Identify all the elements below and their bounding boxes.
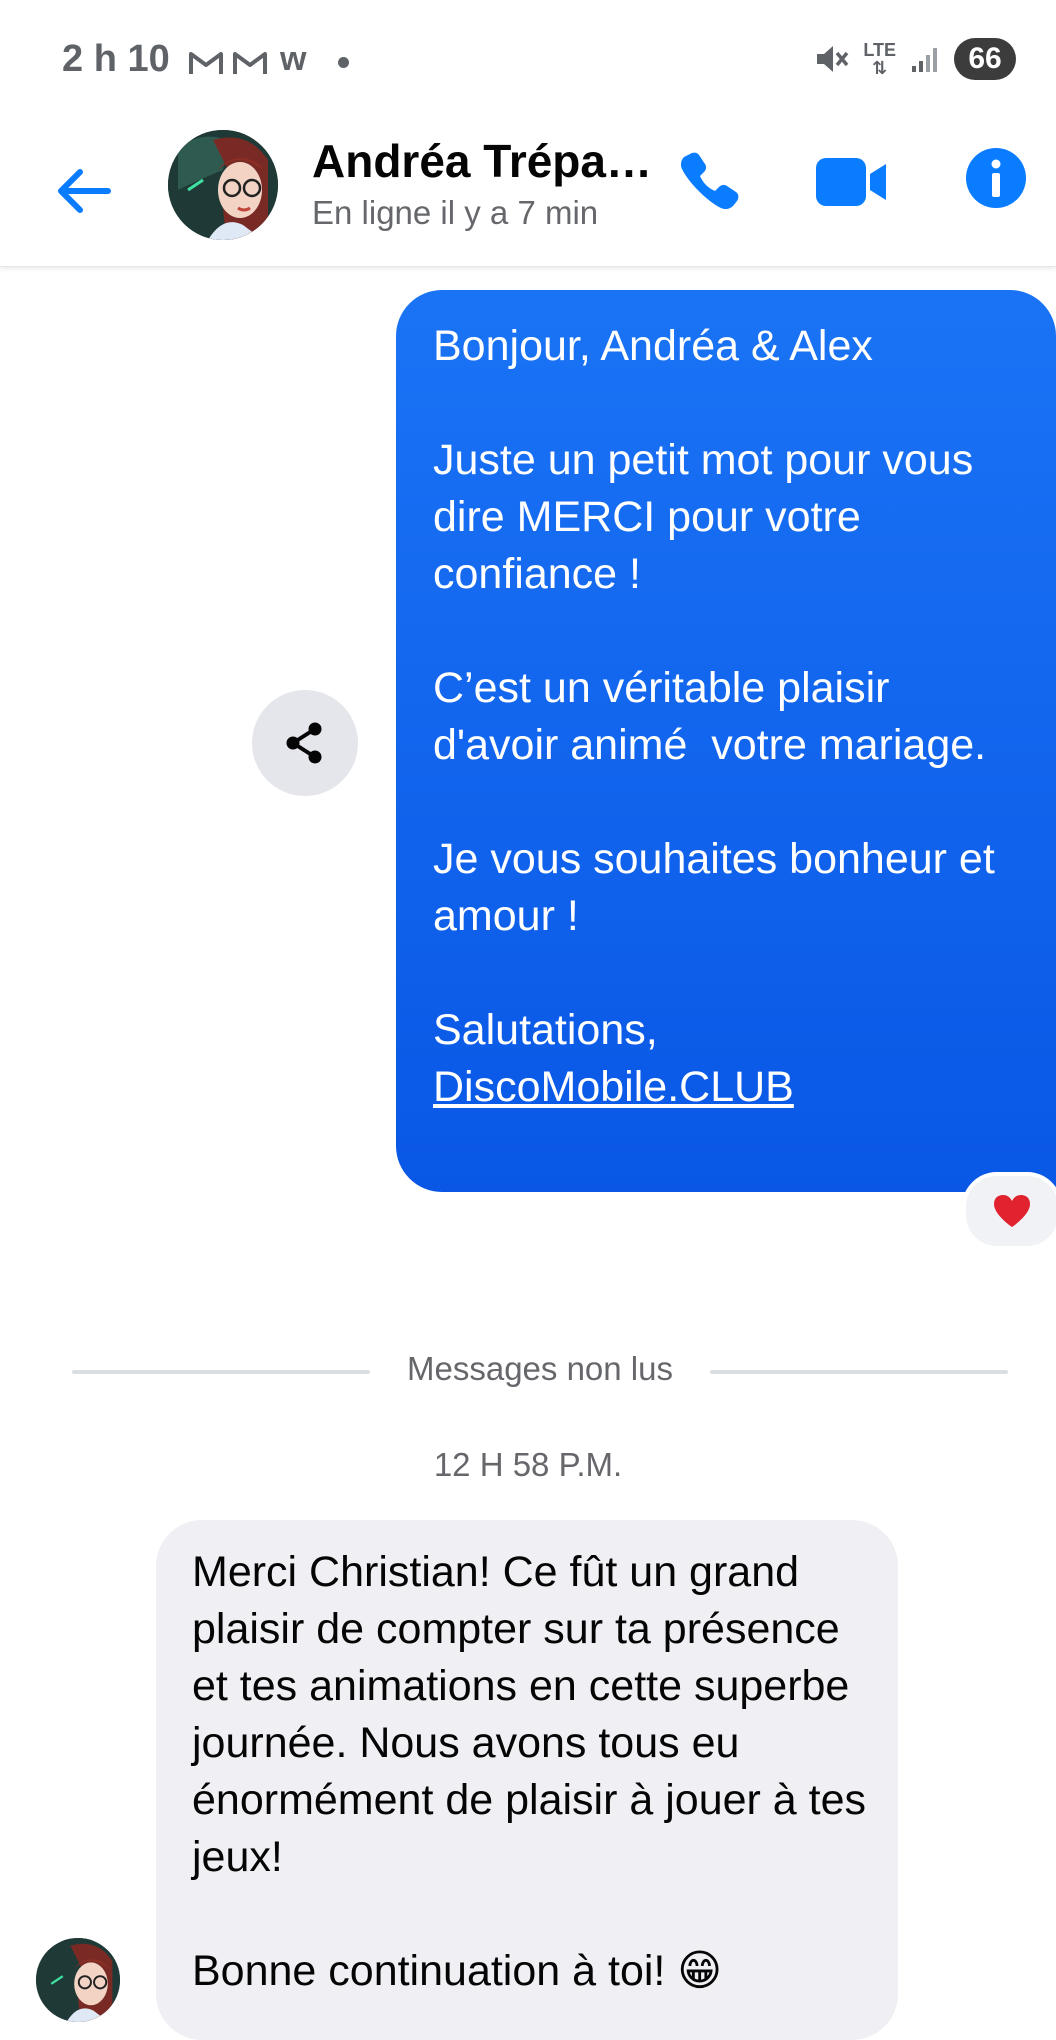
gmail-icon <box>189 51 223 74</box>
mute-icon <box>817 46 849 72</box>
outgoing-message-bubble[interactable]: Bonjour, Andréa & Alex Juste un petit mo… <box>396 290 1056 1192</box>
back-arrow-icon[interactable] <box>50 158 116 224</box>
share-button[interactable] <box>252 690 358 796</box>
unread-label: Messages non lus <box>407 1350 673 1387</box>
sender-avatar[interactable] <box>36 1938 120 2022</box>
status-time: 2 h 10 <box>62 38 170 80</box>
more-notifications-dot <box>338 57 350 68</box>
notification-icons: w <box>188 40 350 79</box>
lte-icon: LTE ⇅ <box>863 40 896 78</box>
avatar-illustration <box>168 130 278 240</box>
message-link[interactable]: DiscoMobile.CLUB <box>433 1063 794 1111</box>
incoming-message-text: Merci Christian! Ce fût un grand plaisir… <box>192 1548 867 1995</box>
phone-icon[interactable] <box>676 148 742 214</box>
system-icons: LTE ⇅ 66 <box>813 38 1016 80</box>
share-icon <box>286 722 322 764</box>
incoming-message-bubble[interactable]: Merci Christian! Ce fût un grand plaisir… <box>156 1520 898 2040</box>
heart-icon <box>994 1195 1030 1227</box>
message-timestamp: 12 H 58 P.M. <box>433 1446 623 1483</box>
unread-divider: Messages non lus <box>72 1346 1008 1396</box>
battery-level: 66 <box>968 42 1002 75</box>
video-icon[interactable] <box>814 152 890 212</box>
w-app-icon: w <box>280 40 307 78</box>
avatar-illustration-small <box>36 1938 120 2022</box>
divider-line-right <box>710 1370 1008 1374</box>
info-icon[interactable] <box>964 146 1028 210</box>
battery-icon: 66 <box>954 38 1016 80</box>
contact-name[interactable]: Andréa Trépa… <box>312 134 652 188</box>
contact-avatar[interactable] <box>168 130 278 240</box>
status-bar: 2 h 10 w LTE ⇅ 66 <box>0 0 1056 118</box>
heart-reaction[interactable] <box>962 1172 1056 1250</box>
lte-label: LTE <box>863 40 896 60</box>
contact-status: En ligne il y a 7 min <box>312 194 599 231</box>
outgoing-message-text: Bonjour, Andréa & Alex Juste un petit mo… <box>433 322 995 1054</box>
signal-icon <box>912 48 937 72</box>
gmail-icon <box>233 51 267 74</box>
conversation-header: Andréa Trépa… En ligne il y a 7 min <box>0 118 1056 267</box>
